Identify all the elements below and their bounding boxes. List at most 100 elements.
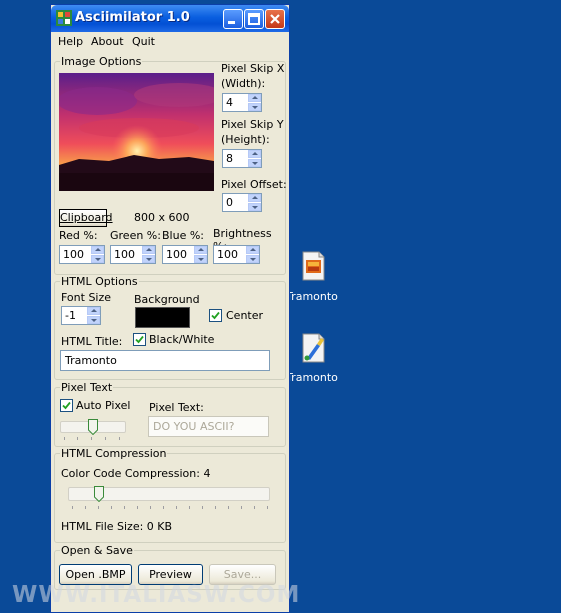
pixel-offset-label: Pixel Offset: [221,178,287,191]
html-title-label: HTML Title: [61,335,123,348]
spin-down-icon[interactable] [142,255,155,263]
group-legend: Open & Save [60,544,134,557]
checkmark-icon [135,335,144,344]
center-checkbox[interactable] [209,309,222,322]
pixel-skip-y-label: Pixel Skip Y [221,118,284,131]
brightness-spinner[interactable]: 100 [213,245,260,264]
menu-bar: Help About Quit [51,32,289,52]
html-file-icon [302,251,325,281]
menu-about[interactable]: About [91,35,124,48]
red-spinner[interactable]: 100 [59,245,105,264]
black-white-label: Black/White [149,333,215,346]
group-legend: Pixel Text [60,381,114,394]
green-spinner[interactable]: 100 [110,245,156,264]
slider-tick [91,437,92,440]
group-legend: Image Options [60,55,143,68]
compression-label: Color Code Compression: 4 [61,467,211,480]
slider-tick [163,506,164,509]
paint-file-icon [302,333,325,363]
slider-tick [105,437,106,440]
minimize-button[interactable] [223,9,243,29]
spin-up-icon[interactable] [87,307,100,315]
spinner-value: 0 [226,196,233,209]
blue-label: Blue %: [162,229,204,242]
blue-spinner[interactable]: 100 [162,245,208,264]
image-dimensions: 800 x 600 [134,211,190,224]
spin-down-icon[interactable] [91,255,104,263]
red-label: Red %: [59,229,98,242]
checkmark-icon [211,311,220,320]
spinner-value: 100 [114,248,135,261]
font-size-label: Font Size [61,291,112,304]
html-title-value: Tramonto [65,354,117,367]
slider-tick [267,506,268,509]
spin-down-icon[interactable] [194,255,207,263]
app-window: Asciimilator 1.0 Help About Quit Image O… [50,4,290,613]
slider-tick [64,437,65,440]
slider-tick [98,506,99,509]
pixel-text-input[interactable]: DO YOU ASCII? [148,416,269,437]
pixel-skip-y-label-2: (Height): [221,133,270,146]
group-legend: HTML Compression [60,447,168,460]
close-icon [270,14,280,24]
html-title-input[interactable]: Tramonto [60,350,270,371]
spin-up-icon[interactable] [194,246,207,254]
font-size-spinner[interactable]: -1 [61,306,101,325]
compression-slider-thumb[interactable] [94,486,104,502]
spinner-value: 100 [217,248,238,261]
spin-down-icon[interactable] [87,316,100,324]
pixel-skip-x-label-2: (Width): [221,77,266,90]
file-size-label: HTML File Size: 0 KB [61,520,173,533]
app-icon [56,10,72,26]
green-label: Green %: [110,229,161,242]
pixel-text-label: Pixel Text: [149,401,204,414]
maximize-button[interactable] [244,9,264,29]
spin-up-icon[interactable] [248,150,261,158]
title-bar[interactable]: Asciimilator 1.0 [51,5,289,32]
slider-tick [137,506,138,509]
slider-tick [215,506,216,509]
spin-down-icon[interactable] [246,255,259,263]
slider-tick [150,506,151,509]
close-button[interactable] [265,9,285,29]
spin-down-icon[interactable] [248,103,261,111]
pixel-skip-x-label: Pixel Skip X [221,62,285,75]
auto-pixel-checkbox[interactable] [60,399,73,412]
group-legend: HTML Options [60,275,139,288]
spin-up-icon[interactable] [248,194,261,202]
save-label: Save... [223,568,262,581]
spin-down-icon[interactable] [248,203,261,211]
pixel-skip-y-spinner[interactable]: 8 [222,149,262,168]
preview-label: Preview [149,568,192,581]
slider-tick [202,506,203,509]
pixel-skip-x-spinner[interactable]: 4 [222,93,262,112]
spin-up-icon[interactable] [91,246,104,254]
image-preview [59,73,214,191]
spin-down-icon[interactable] [248,159,261,167]
checkmark-icon [62,401,71,410]
pixel-slider-thumb[interactable] [88,419,98,435]
menu-help[interactable]: Help [58,35,83,48]
slider-tick [111,506,112,509]
spinner-value: 8 [226,152,233,165]
slider-tick [176,506,177,509]
spin-up-icon[interactable] [246,246,259,254]
slider-tick [119,437,120,440]
background-color-swatch[interactable] [135,307,190,328]
menu-quit[interactable]: Quit [132,35,155,48]
spin-up-icon[interactable] [248,94,261,102]
window-title: Asciimilator 1.0 [75,10,190,25]
clipboard-button[interactable]: Clipboard [59,209,113,227]
minimize-icon [228,21,235,24]
pixel-offset-spinner[interactable]: 0 [222,193,262,212]
slider-tick [241,506,242,509]
auto-pixel-label: Auto Pixel [76,399,131,412]
spinner-value: -1 [65,309,76,322]
pixel-text-value: DO YOU ASCII? [153,420,235,433]
center-label: Center [226,309,264,322]
black-white-checkbox[interactable] [133,333,146,346]
spinner-value: 100 [63,248,84,261]
spinner-value: 100 [166,248,187,261]
background-label: Background [134,293,200,306]
spin-up-icon[interactable] [142,246,155,254]
